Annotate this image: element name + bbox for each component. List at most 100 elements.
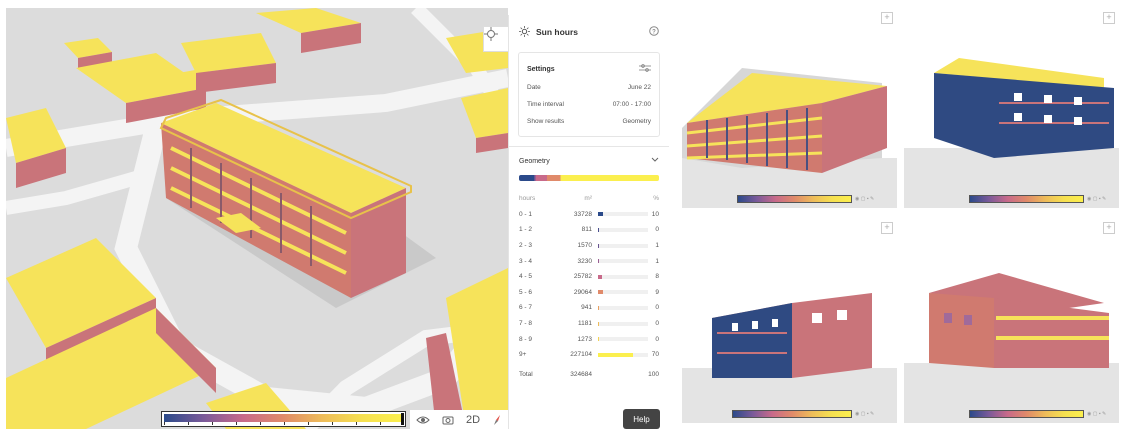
row-hours: 6 - 7 (519, 304, 533, 312)
distribution-segment (535, 175, 548, 181)
thumbnail-view-2[interactable]: ◉ ▢ ▪ ✎ + (904, 8, 1119, 208)
table-row: 6 - 7 941 0 (519, 300, 659, 316)
thumbnail-scene (904, 273, 1119, 423)
distribution-segment (519, 175, 534, 181)
row-hours: 1 - 2 (519, 226, 533, 234)
thumbnail-tools: ◉ ▢ ▪ ✎ (1087, 411, 1107, 417)
sun-hours-legend[interactable] (161, 411, 406, 427)
svg-text:?: ? (652, 30, 656, 36)
table-row: 2 - 3 1570 1 (519, 238, 659, 254)
main-3d-viewport[interactable] (6, 8, 508, 429)
row-hours: 4 - 5 (519, 273, 533, 281)
panel-header: Sun hours ? (509, 15, 669, 49)
row-percent: 0 (655, 320, 659, 328)
plus-icon[interactable]: + (1103, 222, 1115, 234)
thumbnail-legend (737, 195, 852, 203)
row-hours: 8 - 9 (519, 335, 533, 343)
view-2d-toggle[interactable]: 2D (466, 414, 480, 426)
header-percent: % (653, 195, 659, 203)
table-row: 9+ 227104 70 (519, 347, 659, 363)
row-bar-fill (598, 259, 599, 264)
settings-row-date: Date June 22 (527, 79, 651, 96)
settings-label: Show results (527, 118, 565, 125)
row-percent: 0 (655, 304, 659, 312)
row-percent: 10 (651, 210, 659, 218)
help-circle-icon[interactable]: ? (649, 26, 659, 38)
row-area: 811 (581, 226, 592, 234)
eye-icon[interactable] (416, 415, 430, 425)
row-area: 1181 (578, 320, 592, 328)
row-bar-fill (598, 212, 603, 217)
row-bar-fill (598, 305, 599, 310)
row-hours: 0 - 1 (519, 210, 533, 218)
panel-title: Sun hours (536, 27, 579, 37)
row-bar (598, 337, 648, 342)
row-percent: 0 (655, 226, 659, 234)
table-header: hours m² % (519, 191, 659, 207)
locate-button[interactable] (483, 26, 508, 52)
row-area: 33728 (573, 210, 592, 218)
settings-value: 07:00 - 17:00 (612, 101, 651, 108)
row-area: 1570 (577, 242, 592, 250)
compass-icon[interactable] (492, 414, 502, 426)
distribution-segment (561, 175, 659, 181)
row-bar (598, 321, 648, 326)
total-area: 324684 (570, 370, 592, 378)
row-hours: 9+ (519, 351, 527, 359)
row-bar-fill (598, 274, 602, 279)
plus-icon[interactable]: + (881, 222, 893, 234)
settings-row-results: Show results Geometry (527, 113, 651, 130)
thumbnail-scene (904, 58, 1119, 208)
total-percent: 100 (648, 370, 659, 378)
row-percent: 0 (655, 335, 659, 343)
row-bar (598, 259, 648, 264)
thumbnail-view-3[interactable]: ◉ ▢ ▪ ✎ + (682, 218, 897, 423)
row-percent: 1 (655, 242, 659, 250)
settings-label: Date (527, 84, 541, 91)
row-area: 941 (581, 304, 592, 312)
sun-hours-panel: Sun hours ? Settings Date June 22 Time i… (508, 15, 669, 429)
geometry-dropdown[interactable]: Geometry (509, 147, 669, 175)
row-hours: 2 - 3 (519, 242, 533, 250)
sun-hours-table: hours m² % 0 - 1 33728 10 1 - 2 811 0 2 - 3 157… (509, 191, 669, 382)
row-bar (598, 243, 648, 248)
legend-gradient (164, 414, 401, 422)
row-area: 25782 (573, 273, 592, 281)
legend-ticks (164, 422, 401, 425)
row-bar-fill (598, 352, 633, 357)
camera-icon[interactable] (442, 415, 454, 425)
table-row: 4 - 5 25782 8 (519, 269, 659, 285)
plus-icon[interactable]: + (881, 12, 893, 24)
row-percent: 9 (655, 288, 659, 296)
plus-icon[interactable]: + (1103, 12, 1115, 24)
row-bar-fill (598, 290, 603, 295)
geometry-label: Geometry (519, 157, 550, 165)
row-bar-fill (598, 227, 599, 232)
chevron-down-icon (651, 157, 659, 165)
total-label: Total (519, 370, 533, 378)
legend-handle[interactable] (401, 413, 404, 425)
row-bar-fill (598, 321, 599, 326)
thumbnail-tools: ◉ ▢ ▪ ✎ (855, 196, 875, 202)
row-area: 29064 (573, 288, 592, 296)
row-bar (598, 352, 648, 357)
thumbnail-view-4[interactable]: ◉ ▢ ▪ ✎ + (904, 218, 1119, 423)
thumbnail-legend (969, 195, 1084, 203)
thumbnail-view-1[interactable]: ◉ ▢ ▪ ✎ + (682, 8, 897, 208)
thumbnail-tools: ◉ ▢ ▪ ✎ (1087, 196, 1107, 202)
table-row: 8 - 9 1273 0 (519, 331, 659, 347)
scene-canvas (6, 8, 508, 429)
row-bar (598, 274, 648, 279)
sliders-icon[interactable] (639, 64, 651, 74)
thumbnail-scene (682, 68, 897, 208)
settings-heading: Settings (527, 65, 555, 73)
row-percent: 8 (655, 273, 659, 281)
help-button[interactable]: Help (623, 409, 660, 429)
settings-card[interactable]: Settings Date June 22 Time interval 07:0… (518, 52, 660, 137)
row-area: 227104 (570, 351, 592, 359)
table-total-row: Total 324684 100 (519, 367, 659, 383)
row-hours: 3 - 4 (519, 257, 533, 265)
header-hours: hours (519, 195, 536, 203)
row-area: 3230 (577, 257, 592, 265)
table-row: 7 - 8 1181 0 (519, 316, 659, 332)
